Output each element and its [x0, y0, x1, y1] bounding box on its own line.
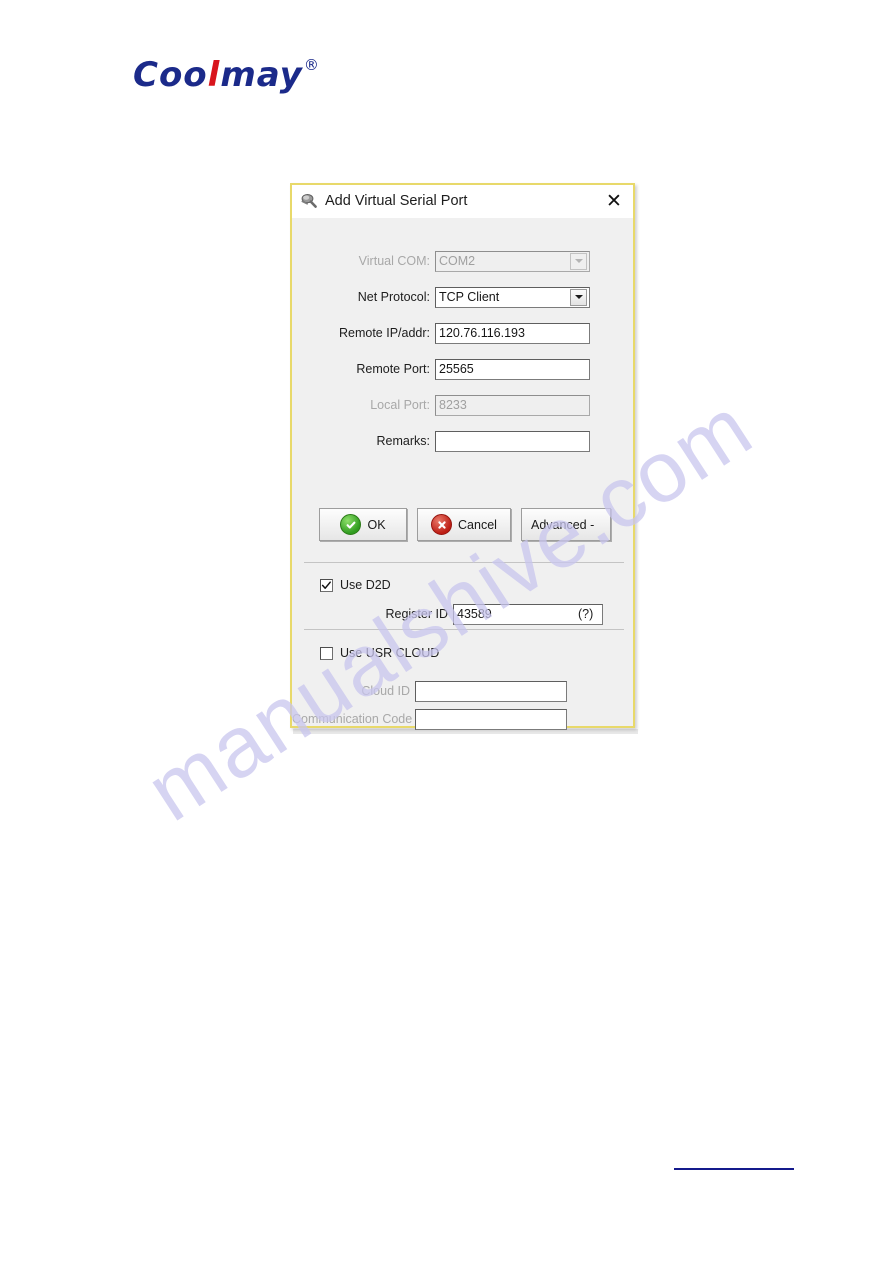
ok-button[interactable]: OK [319, 508, 407, 541]
coolmay-logo: Coolmay® [133, 55, 319, 92]
remote-port-control [435, 358, 590, 380]
advanced-button-label: Advanced - [531, 517, 595, 532]
logo-text-part2: may [220, 55, 303, 95]
field-row-cloud-id: Cloud ID [292, 680, 633, 702]
register-id-help-link[interactable]: (?) [578, 607, 593, 621]
section-divider-d2d [304, 562, 624, 563]
advanced-button[interactable]: Advanced - [521, 508, 611, 541]
field-row-local-port: Local Port: [292, 394, 633, 416]
add-virtual-serial-port-dialog: Add Virtual Serial Port ✕ Virtual COM: C… [290, 183, 635, 730]
field-row-remote-ip: Remote IP/addr: [292, 322, 633, 344]
field-row-net-protocol: Net Protocol: TCP Client [292, 286, 633, 308]
remarks-control [435, 430, 590, 452]
remote-port-input[interactable] [435, 358, 590, 380]
use-d2d-label: Use D2D [340, 578, 391, 592]
net-protocol-control: TCP Client [435, 286, 590, 308]
section-divider-usr-cloud [304, 629, 624, 630]
cloud-id-label: Cloud ID [361, 684, 410, 698]
cloud-id-input[interactable] [415, 680, 567, 702]
communication-code-label: Communication Code [292, 712, 413, 726]
net-protocol-label: Net Protocol: [357, 290, 430, 304]
magnifier-icon [301, 194, 317, 208]
use-usr-cloud-row: Use USR CLOUD [320, 646, 439, 660]
chevron-down-icon[interactable] [570, 252, 587, 270]
virtual-com-value: COM2 [439, 254, 476, 268]
cancel-button[interactable]: Cancel [417, 508, 511, 541]
cancel-button-label: Cancel [458, 517, 497, 532]
use-usr-cloud-checkbox[interactable] [320, 646, 333, 660]
close-circle-icon [431, 514, 453, 535]
remote-ip-control [435, 322, 590, 344]
communication-code-input[interactable] [415, 708, 567, 730]
chevron-down-icon[interactable] [570, 288, 587, 306]
local-port-control [435, 394, 590, 416]
remote-ip-label: Remote IP/addr: [338, 326, 430, 340]
dialog-titlebar: Add Virtual Serial Port ✕ [292, 185, 633, 218]
local-port-input [435, 394, 590, 416]
logo-text: Coolmay [133, 58, 303, 92]
ok-button-label: OK [367, 517, 386, 532]
cloud-id-control [415, 680, 567, 702]
virtual-com-label: Virtual COM: [358, 254, 430, 268]
local-port-label: Local Port: [370, 398, 430, 412]
use-d2d-row: Use D2D [320, 578, 391, 592]
use-d2d-checkbox[interactable] [320, 578, 333, 592]
use-usr-cloud-label: Use USR CLOUD [340, 646, 440, 660]
registered-trademark-icon: ® [303, 55, 319, 74]
virtual-com-control: COM2 [435, 250, 590, 272]
checkmark-icon [321, 580, 331, 589]
register-id-label: Register ID [385, 607, 448, 621]
communication-code-control [415, 708, 567, 730]
check-circle-icon [340, 514, 362, 535]
remote-port-label: Remote Port: [356, 362, 430, 376]
dialog-body: Virtual COM: COM2 Net Protocol: TCP Clie… [292, 218, 633, 730]
field-row-remarks: Remarks: [292, 430, 633, 452]
virtual-com-select[interactable]: COM2 [435, 250, 590, 272]
net-protocol-value: TCP Client [439, 290, 500, 304]
remote-ip-input[interactable] [435, 322, 590, 344]
logo-text-red-letter: l [207, 55, 221, 95]
remarks-input[interactable] [435, 430, 590, 452]
footer-rule [674, 1168, 794, 1170]
field-row-remote-port: Remote Port: [292, 358, 633, 380]
close-icon[interactable]: ✕ [599, 187, 629, 215]
net-protocol-select[interactable]: TCP Client [435, 286, 590, 308]
logo-text-part1: Coo [133, 55, 208, 95]
remarks-label: Remarks: [376, 434, 430, 448]
dialog-title: Add Virtual Serial Port [325, 193, 468, 209]
field-row-virtual-com: Virtual COM: COM2 [292, 250, 633, 272]
dialog-button-row: OK Cancel Advanced - [319, 508, 611, 541]
field-row-communication-code: Communication Code [292, 708, 633, 730]
